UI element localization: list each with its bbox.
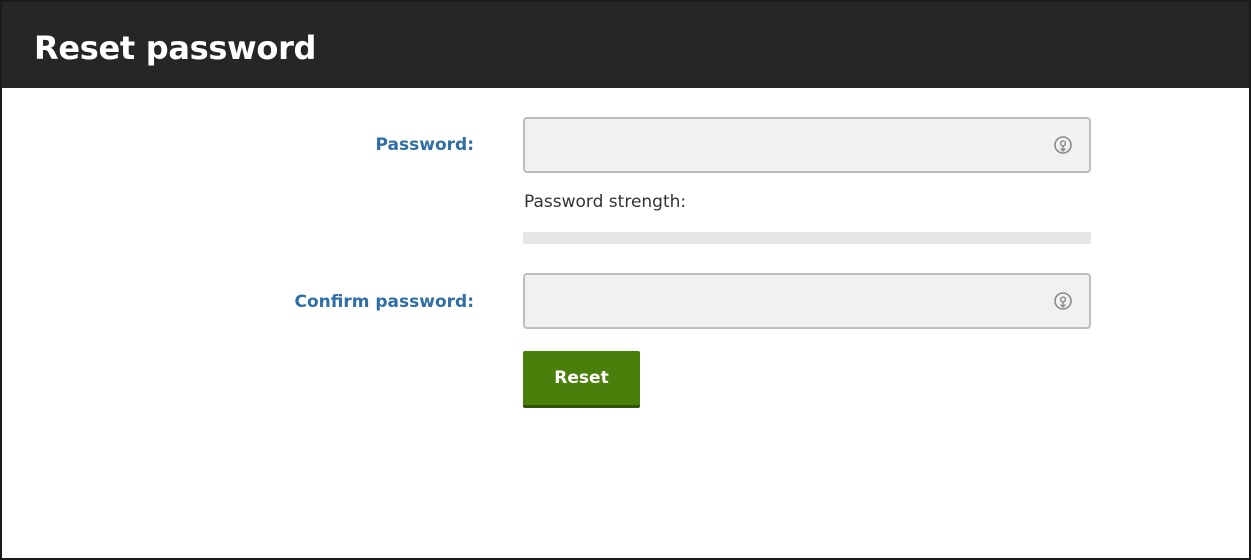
password-label: Password: — [375, 135, 474, 155]
eye-reveal-icon[interactable] — [1053, 291, 1073, 313]
password-field[interactable] — [523, 117, 1091, 173]
password-input[interactable] — [525, 119, 1089, 171]
reset-password-panel: Reset password Password: Password streng… — [0, 0, 1251, 560]
eye-reveal-icon[interactable] — [1053, 135, 1073, 157]
password-strength-label: Password strength: — [524, 192, 687, 212]
confirm-password-input[interactable] — [525, 275, 1089, 327]
confirm-password-label: Confirm password: — [294, 292, 475, 312]
password-strength-bar — [523, 232, 1091, 244]
reset-button[interactable]: Reset — [523, 351, 640, 408]
confirm-password-field[interactable] — [523, 273, 1091, 329]
page-header: Reset password — [2, 2, 1249, 88]
page-title: Reset password — [34, 29, 317, 67]
